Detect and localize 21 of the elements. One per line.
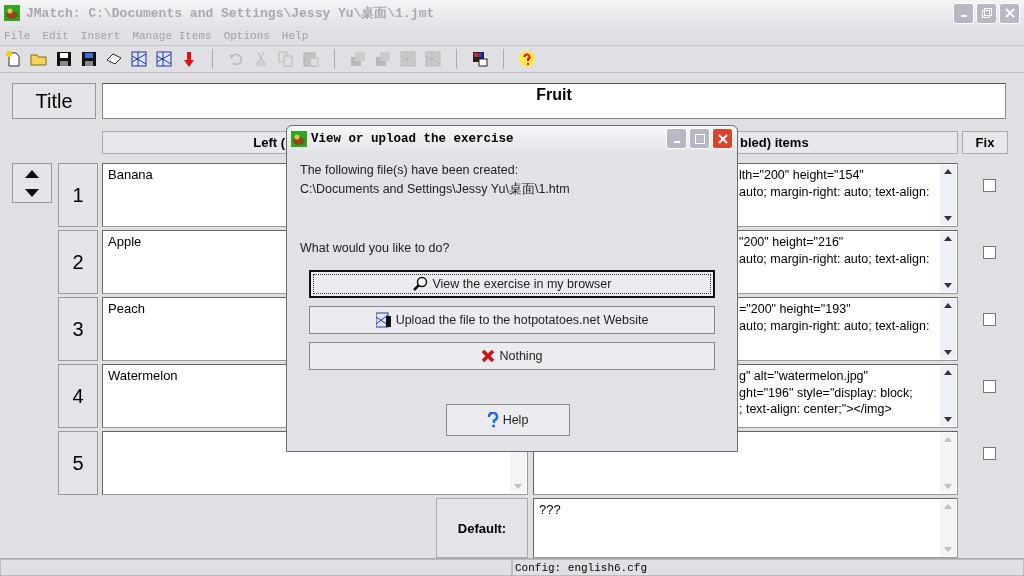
field-text: Watermelon xyxy=(107,367,179,385)
field-text: ; text-align: center;"></img> xyxy=(739,401,892,418)
field-text: auto; margin-right: auto; text-align: xyxy=(739,183,930,200)
column-header: Fix xyxy=(962,131,1008,154)
status-text: Config: english6.cfg xyxy=(512,559,1024,576)
field-text: "200" height="216" xyxy=(739,234,844,251)
field-text: auto; margin-right: auto; text-align: xyxy=(739,317,930,334)
dialog-title: View or upload the exercise xyxy=(311,131,515,146)
message-text: The following file(s) have been created: xyxy=(300,162,520,179)
default-label: Default: xyxy=(436,498,528,558)
field-text: Apple xyxy=(107,233,143,251)
field-text: lth="200" height="154" xyxy=(739,167,864,184)
field-text: ght="196" style="display: block; xyxy=(739,384,913,401)
field-text: g" alt="watermelon.jpg" xyxy=(739,368,868,385)
question-text: What would you like to do? xyxy=(300,240,451,257)
field-text: Peach xyxy=(107,300,146,318)
window-title: JMatch: C:\Documents and Settings\Jessy Yu\桌面\1.jmt xyxy=(26,5,436,22)
field-text: Banana xyxy=(107,166,154,184)
field-text: auto; margin-right: auto; text-align: xyxy=(739,250,930,267)
field-text: ="200" height="193" xyxy=(739,301,851,318)
field-text: ??? xyxy=(538,501,562,519)
